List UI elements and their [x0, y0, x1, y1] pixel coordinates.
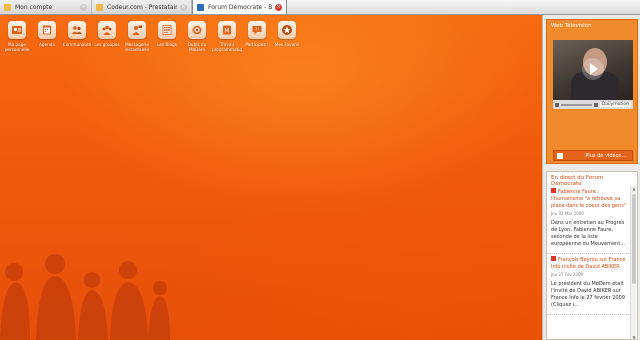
app-ma-page-personnelle[interactable]: Ma page personnelle — [2, 21, 32, 52]
chat-icon — [128, 21, 146, 39]
news-scrollbar[interactable]: ▲ ▼ — [630, 186, 637, 339]
news-date: Jeu 27 Fév 2009 — [551, 272, 584, 277]
tab-label: Mon compte — [15, 3, 53, 11]
app-label: Outils du MoDem — [187, 42, 207, 52]
news-marker-icon — [551, 188, 556, 193]
app-agenda[interactable]: Agenda — [32, 21, 62, 52]
tab-forum-democrate[interactable]: Forum Democrate - Bureau × — [192, 0, 287, 14]
news-list: Fabienne Faure : l'humanisme "a retrouvé… — [547, 186, 631, 339]
participate-icon: ?! — [248, 21, 266, 39]
svg-text:M: M — [224, 28, 229, 35]
favicon-icon — [197, 3, 204, 11]
app-travail-programmatique[interactable]: M Travail programmatiq — [212, 21, 242, 52]
tools-icon — [188, 21, 206, 39]
more-videos-button[interactable]: Plus de vidéos... — [553, 150, 633, 161]
play-pause-icon[interactable] — [555, 102, 559, 107]
app-label: Mes Favoris — [274, 42, 300, 47]
more-videos-label: Plus de vidéos... — [585, 152, 626, 159]
blog-icon — [158, 21, 176, 39]
star-icon — [278, 21, 296, 39]
app-outils-du-modem[interactable]: Outils du MoDem — [182, 21, 212, 52]
news-item: François Bayrou sur France Info invité d… — [547, 254, 631, 315]
news-panel: En direct du Forum Démocrate Fabienne Fa… — [546, 171, 638, 340]
svg-text:?!: ?! — [255, 27, 259, 33]
app-label: Messagerie instantanée — [124, 42, 150, 52]
browser-tab-bar: Mon compte × Codeur.com - Prestataires f… — [0, 0, 640, 15]
close-tab-icon[interactable]: × — [80, 3, 87, 11]
app-label: Les groupes — [94, 42, 120, 47]
community-icon — [68, 21, 86, 39]
news-item: Fabienne Faure : l'humanisme "a retrouvé… — [547, 186, 631, 254]
desktop-area: Ma page personnelle Agenda Communauté Le… — [0, 15, 542, 340]
tab-mon-compte[interactable]: Mon compte × — [0, 0, 92, 14]
tab-label: Forum Democrate - Bureau — [208, 3, 272, 11]
seek-bar[interactable] — [561, 103, 592, 106]
work-icon: M — [218, 21, 236, 39]
news-headline-link[interactable]: François Bayrou sur France Info invité d… — [551, 256, 627, 271]
player-brand: Dailymotion — [599, 102, 631, 107]
close-tab-icon[interactable]: × — [275, 3, 282, 11]
tab-codeur[interactable]: Codeur.com - Prestataires freelances × — [92, 0, 192, 14]
app-mes-favoris[interactable]: Mes Favoris — [272, 21, 302, 52]
play-icon[interactable] — [582, 58, 604, 80]
app-label: Travail programmatiq — [212, 42, 242, 52]
calendar-icon — [38, 21, 56, 39]
favicon-icon — [4, 3, 11, 11]
crowd-silhouettes — [0, 254, 170, 340]
video-player[interactable] — [553, 40, 633, 100]
player-controls: Dailymotion — [553, 100, 633, 109]
web-tv-title: Web Télévision — [551, 23, 592, 29]
news-excerpt: Le président du MoDem était l'invité de … — [551, 281, 625, 308]
app-label: Participez ! — [245, 42, 269, 47]
sidebar: Web Télévision Dailymotion Plus de vidéo… — [542, 15, 640, 340]
news-headline: François Bayrou sur France Info invité d… — [551, 257, 626, 270]
bullet-icon — [557, 153, 563, 159]
app-launcher: Ma page personnelle Agenda Communauté Le… — [2, 21, 302, 52]
news-headline: Fabienne Faure : l'humanisme "a retrouvé… — [551, 189, 627, 209]
scroll-thumb[interactable] — [632, 194, 636, 284]
app-communaute[interactable]: Communauté — [62, 21, 92, 52]
web-tv-panel: Web Télévision Dailymotion Plus de vidéo… — [546, 19, 638, 164]
profile-card-icon — [8, 21, 26, 39]
app-label: Communauté — [62, 42, 92, 47]
app-les-blogs[interactable]: Les Blogs — [152, 21, 182, 52]
scroll-up-icon[interactable]: ▲ — [631, 186, 637, 192]
app-les-groupes[interactable]: Les groupes — [92, 21, 122, 52]
app-participez[interactable]: ?! Participez ! — [242, 21, 272, 52]
tab-label: Codeur.com - Prestataires freelances — [107, 3, 177, 11]
app-messagerie-instantanee[interactable]: Messagerie instantanée — [122, 21, 152, 52]
favicon-icon — [96, 3, 103, 11]
news-headline-link[interactable]: Fabienne Faure : l'humanisme "a retrouvé… — [551, 188, 627, 210]
news-marker-icon — [551, 256, 556, 261]
close-tab-icon[interactable]: × — [180, 3, 187, 11]
news-date: Jeu 02 Mar 2009 — [551, 211, 584, 216]
groups-icon — [98, 21, 116, 39]
app-label: Agenda — [39, 42, 55, 47]
scroll-down-icon[interactable]: ▼ — [631, 335, 637, 339]
app-label: Ma page personnelle — [4, 42, 30, 52]
news-excerpt: Dans un entretien au Progrès de Lyon, Fa… — [551, 220, 625, 247]
volume-icon[interactable] — [593, 102, 598, 107]
app-label: Les Blogs — [157, 42, 177, 47]
